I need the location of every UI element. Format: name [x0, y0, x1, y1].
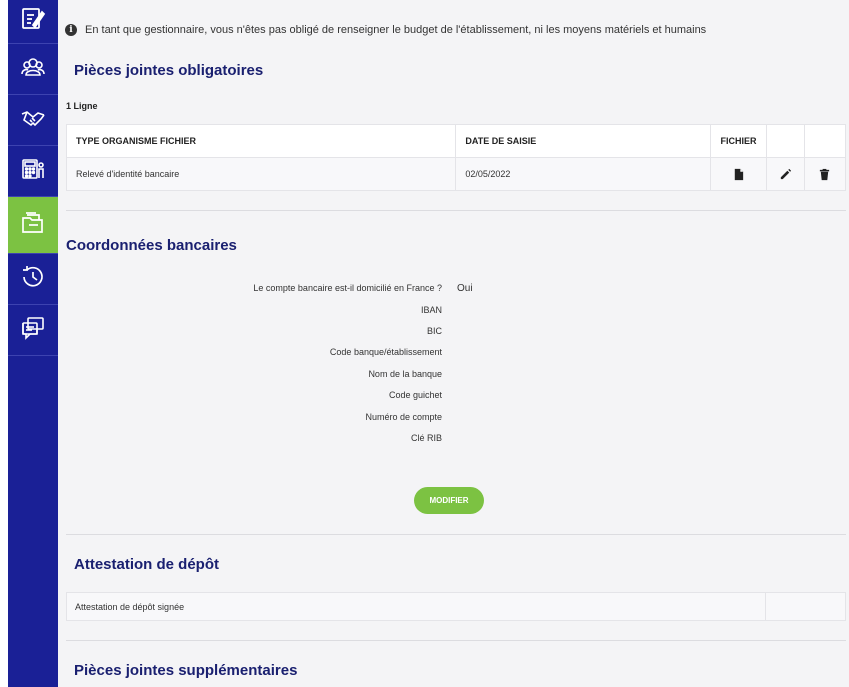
section-title-deposit: Attestation de dépôt: [74, 556, 219, 573]
folder-icon: [20, 210, 46, 241]
users-icon: [20, 54, 46, 85]
bank-field-label: BIC: [426, 326, 442, 336]
deposit-table: Attestation de dépôt signée: [65, 592, 846, 621]
cell-type: Relevé d'identité bancaire: [65, 157, 457, 191]
cell-file: [710, 157, 767, 191]
sidebar-item-messages[interactable]: [8, 305, 58, 356]
calculator-icon: [20, 156, 46, 187]
bank-field-label: Code guichet: [388, 390, 442, 400]
column-header[interactable]: DATE DE SAISIE: [455, 124, 712, 158]
bank-field-label: Nom de la banque: [368, 369, 442, 379]
file-icon[interactable]: [732, 168, 745, 180]
cell-edit: [766, 157, 805, 191]
table-row: Relevé d'identité bancaire 02/05/2022: [65, 157, 847, 191]
section-title-bank: Coordonnées bancaires: [66, 237, 237, 254]
bank-field-label: IBAN: [420, 305, 442, 315]
bank-field-label: Clé RIB: [410, 433, 442, 443]
chat-icon: [20, 315, 46, 346]
edit-pencil-icon[interactable]: [779, 168, 792, 179]
section-divider: [66, 534, 846, 535]
column-header: [803, 124, 847, 158]
section-title-attachments: Pièces jointes obligatoires: [74, 62, 264, 79]
sidebar-item-users[interactable]: [8, 44, 58, 95]
sidebar-item-history[interactable]: [8, 254, 58, 305]
table-header-row: TYPE ORGANISME FICHIER DATE DE SAISIE FI…: [65, 124, 847, 158]
cell-date: 02/05/2022: [455, 157, 712, 191]
column-header: [766, 124, 805, 158]
column-header: FICHIER: [710, 124, 767, 158]
info-banner: i En tant que gestionnaire, vous n'êtes …: [65, 24, 706, 36]
cell-delete: [803, 157, 847, 191]
sidebar-item-documents[interactable]: [8, 197, 58, 254]
info-text: En tant que gestionnaire, vous n'êtes pa…: [85, 24, 707, 36]
info-icon: i: [65, 24, 77, 36]
sidebar-item-partners[interactable]: [8, 95, 58, 146]
bank-field-label: Code banque/établissement: [329, 347, 442, 357]
bank-field-label: Numéro de compte: [365, 412, 442, 422]
sidebar-item-edit[interactable]: [8, 0, 58, 44]
section-divider: [66, 210, 846, 211]
bank-field-value: Oui: [457, 283, 473, 294]
sidebar-item-budget[interactable]: [8, 146, 58, 197]
section-title-extra: Pièces jointes supplémentaires: [74, 662, 298, 679]
edit-form-icon: [20, 6, 46, 37]
trash-icon[interactable]: [818, 168, 831, 180]
modify-button[interactable]: MODIFIER: [414, 487, 484, 514]
main-content: i En tant que gestionnaire, vous n'êtes …: [58, 0, 849, 687]
cell-deposit-file: [765, 592, 846, 621]
cell-deposit-label: Attestation de dépôt signée: [65, 592, 767, 621]
bank-field-label: Le compte bancaire est-il domicilié en F…: [253, 283, 442, 293]
row-count: 1 Ligne: [66, 101, 98, 111]
attachments-table: TYPE ORGANISME FICHIER DATE DE SAISIE FI…: [65, 124, 847, 191]
table-row: Attestation de dépôt signée: [65, 592, 846, 621]
column-header[interactable]: TYPE ORGANISME FICHIER: [65, 124, 457, 158]
handshake-icon: [20, 105, 46, 136]
sidebar-nav: [8, 0, 58, 687]
history-icon: [20, 264, 46, 295]
section-divider: [66, 640, 846, 641]
